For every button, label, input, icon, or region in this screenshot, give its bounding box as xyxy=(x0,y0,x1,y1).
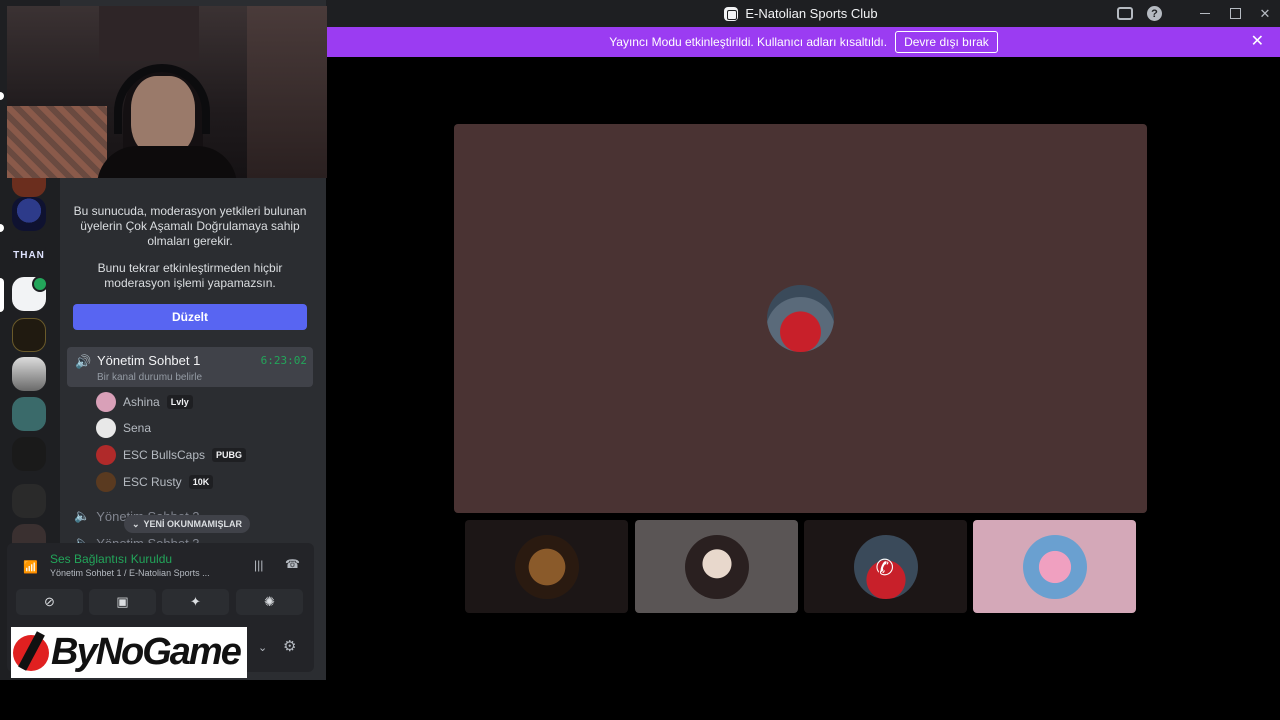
server-icon-than-label: THAN xyxy=(13,249,45,261)
new-unreads-label: YENİ OKUNMAMIŞLAR xyxy=(143,519,243,529)
inbox-icon[interactable] xyxy=(1117,7,1133,20)
participant-avatar xyxy=(684,534,749,599)
voice-channel-name: Yönetim Sohbet 1 xyxy=(97,353,201,368)
speaker-icon: 🔈 xyxy=(74,508,91,523)
window-title-text: E-Natolian Sports Club xyxy=(745,6,878,21)
member-tag: PUBG xyxy=(212,448,247,462)
title-bar: E-Natolian Sports Club ? ✕ xyxy=(326,0,1280,27)
voice-member[interactable]: Sena xyxy=(96,418,151,438)
voice-member[interactable]: ESC Rusty 10K xyxy=(96,472,214,492)
maximize-button[interactable] xyxy=(1220,0,1250,27)
webcam-overlay xyxy=(7,6,327,178)
camera-off-button[interactable]: ⊘ xyxy=(16,589,83,615)
screen-share-button[interactable]: ▣ xyxy=(89,589,156,615)
server-icon-5[interactable] xyxy=(12,357,46,391)
gear-icon[interactable]: ⚙ xyxy=(283,637,296,655)
phone-icon: ✆ xyxy=(875,554,894,580)
server-icon-than[interactable]: THAN xyxy=(12,238,46,272)
mfa-warning-subtext: Bunu tekrar etkinleştirmeden hiçbir mode… xyxy=(97,261,283,290)
participant-avatar: ✆ xyxy=(853,534,918,599)
server-icon-4[interactable] xyxy=(12,318,46,352)
voice-connection-panel: 📶 Ses Bağlantısı Kuruldu Yönetim Sohbet … xyxy=(7,543,314,619)
soundboard-button[interactable]: ✺ xyxy=(236,589,303,615)
server-icon xyxy=(724,6,739,21)
voice-channel-timer: 6:23:02 xyxy=(260,354,307,367)
minimize-button[interactable] xyxy=(1190,0,1220,27)
close-notice-icon[interactable]: ✕ xyxy=(1251,34,1264,50)
bynogame-mark-icon xyxy=(13,634,49,671)
bynogame-logo: ByNoGame xyxy=(11,627,247,678)
participant-tile[interactable]: ✆ xyxy=(804,520,967,613)
member-name: Sena xyxy=(123,421,152,435)
mfa-warning: Bu sunucuda, moderasyon yetkileri buluna… xyxy=(72,204,308,291)
window-title: E-Natolian Sports Club xyxy=(724,6,878,21)
streamer-mode-notice: Yayıncı Modu etkinleştirildi. Kullanıcı … xyxy=(327,27,1280,57)
server-unread-indicator xyxy=(0,92,4,100)
participant-avatar xyxy=(1022,534,1087,599)
member-tag: 10K xyxy=(188,475,214,489)
participant-tile[interactable] xyxy=(973,520,1136,613)
camera-off-icon: ⊘ xyxy=(44,594,55,609)
help-icon[interactable]: ? xyxy=(1147,6,1162,21)
participant-avatar xyxy=(514,534,579,599)
member-name: Ashina xyxy=(123,395,160,409)
notice-message: Yayıncı Modu etkinleştirildi. Kullanıcı … xyxy=(609,35,888,49)
new-unreads-pill[interactable]: ⌄ YENİ OKUNMAMIŞLAR xyxy=(124,515,251,533)
server-selected-indicator xyxy=(0,278,4,312)
participant-tile[interactable] xyxy=(465,520,628,613)
avatar xyxy=(96,392,116,412)
noise-suppression-icon[interactable]: ||| xyxy=(254,558,263,572)
server-icon-8[interactable] xyxy=(12,484,46,518)
avatar xyxy=(96,472,116,492)
signal-icon[interactable]: 📶 xyxy=(23,560,38,574)
member-name: ESC BullsCaps xyxy=(123,448,206,462)
focused-participant-avatar xyxy=(767,285,834,352)
bynogame-logo-text: ByNoGame xyxy=(51,631,242,673)
member-tag: Lvly xyxy=(166,395,193,409)
mfa-warning-text: Bu sunucuda, moderasyon yetkileri buluna… xyxy=(73,204,307,248)
title-bar-controls: ? ✕ xyxy=(1117,0,1280,27)
soundboard-icon: ✺ xyxy=(264,594,275,609)
member-name: ESC Rusty xyxy=(123,475,182,489)
close-window-button[interactable]: ✕ xyxy=(1250,0,1280,27)
server-icon-6[interactable] xyxy=(12,397,46,431)
background-bedding xyxy=(7,106,107,178)
server-icon-7[interactable] xyxy=(12,437,46,471)
channel-status-placeholder[interactable]: Bir kanal durumu belirle xyxy=(97,372,202,383)
avatar xyxy=(96,445,116,465)
avatar xyxy=(96,418,116,438)
voice-member[interactable]: ESC BullsCaps PUBG xyxy=(96,445,247,465)
voice-member[interactable]: Ashina Lvly xyxy=(96,392,193,412)
chevron-down-icon[interactable]: ⌄ xyxy=(258,641,267,654)
disconnect-icon[interactable]: ☎ xyxy=(285,557,300,571)
voice-active-badge xyxy=(32,276,48,292)
voice-connected-title[interactable]: Ses Bağlantısı Kuruldu xyxy=(50,552,172,566)
discord-app: E-Natolian Sports Club ? ✕ Yayıncı Modu … xyxy=(0,0,1280,720)
background-wall xyxy=(247,6,327,178)
participant-tile[interactable] xyxy=(635,520,798,613)
fix-mfa-button[interactable]: Düzelt xyxy=(73,304,307,330)
chevron-down-icon: ⌄ xyxy=(132,518,140,529)
voice-connected-subtitle[interactable]: Yönetim Sohbet 1 / E-Natolian Sports ... xyxy=(50,568,210,578)
streamer-body xyxy=(97,146,237,178)
speaker-icon: 🔊 xyxy=(75,354,92,369)
voice-channel-active[interactable]: 🔊 Yönetim Sohbet 1 6:23:02 Bir kanal dur… xyxy=(67,347,313,387)
server-icon-draxul[interactable] xyxy=(12,197,46,231)
activities-button[interactable]: ✦ xyxy=(162,589,229,615)
disable-streamer-mode-button[interactable]: Devre dışı bırak xyxy=(895,31,998,53)
activities-icon: ✦ xyxy=(190,594,201,609)
headphone-icon xyxy=(114,64,210,134)
server-unread-indicator xyxy=(0,224,4,232)
background-shelf xyxy=(99,6,199,61)
screen-share-icon: ▣ xyxy=(116,594,129,609)
